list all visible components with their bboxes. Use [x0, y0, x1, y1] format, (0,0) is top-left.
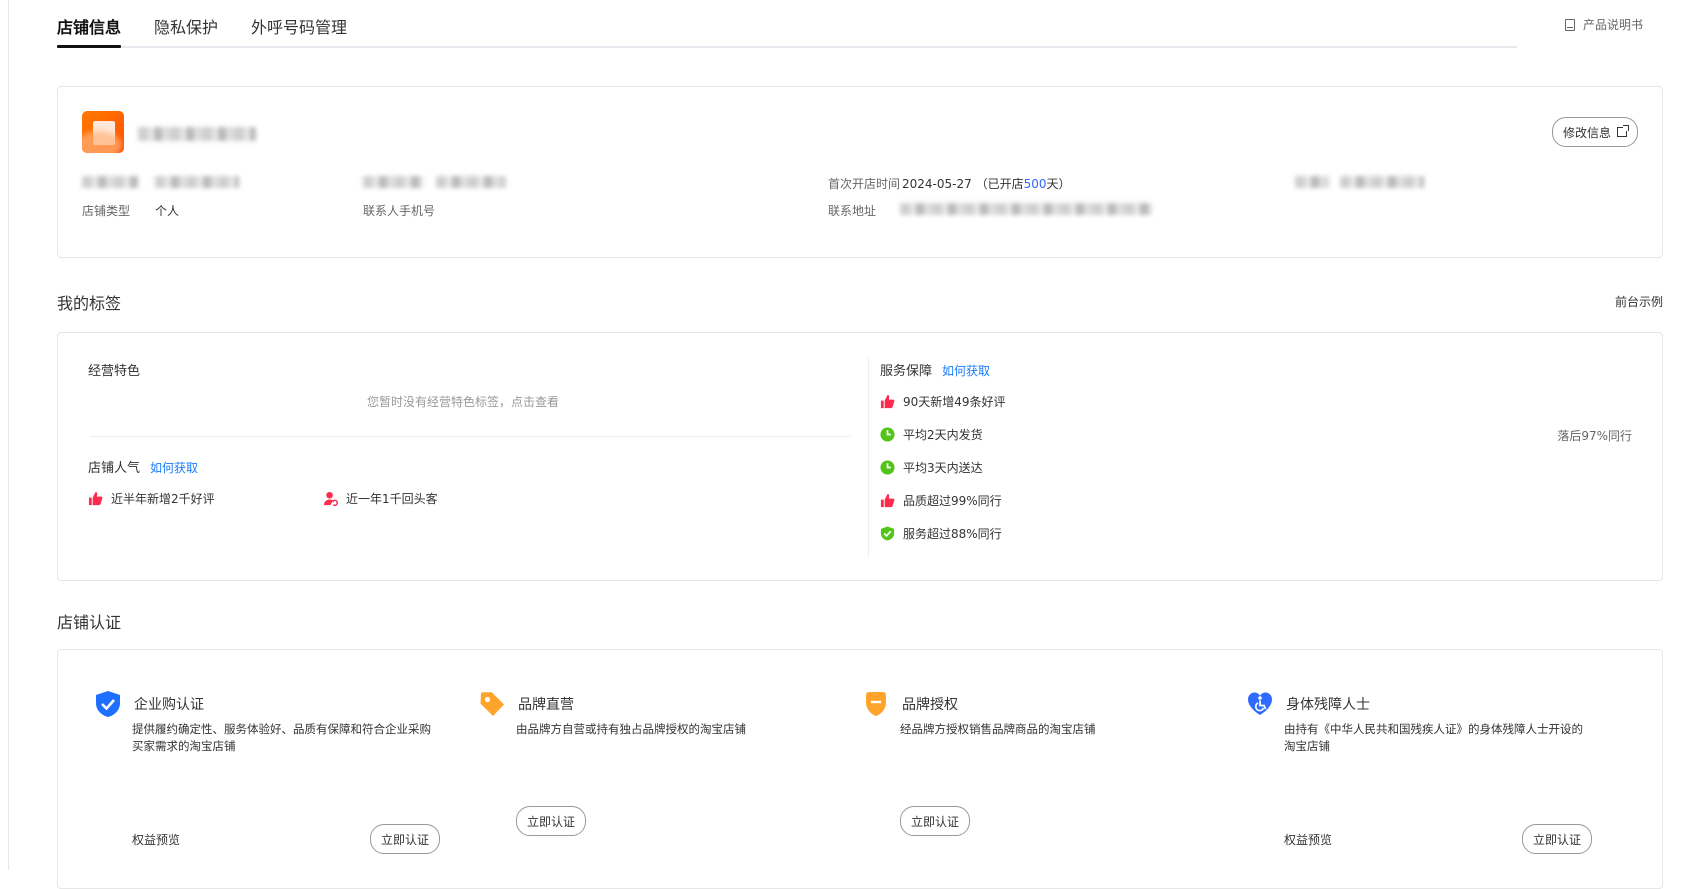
service-item-text: 90天新增49条好评: [903, 395, 1006, 409]
shop-name-blurred: [138, 127, 256, 141]
service-item: 品质超过99%同行: [880, 492, 1002, 509]
certify-button[interactable]: 立即认证: [516, 806, 587, 836]
cert-title: 企业购认证: [134, 697, 204, 713]
certify-button[interactable]: 立即认证: [370, 824, 441, 854]
contact-address-blurred: [900, 203, 1152, 215]
returning-customer-icon: [323, 491, 338, 506]
business-feature-empty-text[interactable]: 您暂时没有经营特色标签，点击查看: [58, 393, 868, 410]
product-manual-link[interactable]: 产品说明书: [1564, 16, 1643, 33]
shop-logo: [82, 111, 124, 153]
popularity-title: 店铺人气 如何获取: [88, 457, 198, 476]
service-item: 平均3天内送达: [880, 459, 983, 476]
open-days-suffix: 天）: [1046, 177, 1071, 191]
popularity-item: 近半年新增2千好评: [88, 490, 215, 507]
edit-info-button[interactable]: 修改信息: [1551, 117, 1638, 147]
service-item-text: 平均2天内发货: [903, 428, 983, 442]
thumbs-up-icon: [880, 394, 895, 409]
front-demo-link[interactable]: 前台示例: [1615, 293, 1663, 310]
tab-bar: 店铺信息 隐私保护 外呼号码管理 产品说明书: [57, 0, 1663, 48]
contact-address-label: 联系地址: [828, 204, 877, 218]
service-item-text: 品质超过99%同行: [903, 494, 1002, 508]
badge-icon: [862, 690, 890, 718]
service-title-text: 服务保障: [880, 364, 933, 379]
cert-card: 企业购认证 提供履约确定性、服务体验好、品质有保障和符合企业采购买家需求的淘宝店…: [57, 649, 1663, 889]
open-time-label: 首次开店时间: [828, 177, 901, 191]
cert-desc: 由品牌方自营或持有独占品牌授权的淘宝店铺: [516, 722, 746, 736]
service-item-text: 平均3天内送达: [903, 461, 983, 475]
tab-outbound-numbers[interactable]: 外呼号码管理: [251, 14, 347, 38]
business-feature-title: 经营特色: [88, 364, 141, 379]
tag-icon: [478, 690, 506, 718]
open-days-count: 500: [1023, 177, 1047, 191]
shield-check-icon: [94, 690, 122, 718]
popularity-title-text: 店铺人气: [88, 461, 141, 476]
service-item: 平均2天内发货: [880, 426, 983, 443]
label-blurred-2: [363, 176, 423, 188]
shop-type-value: 个人: [155, 204, 180, 218]
edit-info-label: 修改信息: [1562, 125, 1611, 140]
active-tab-indicator: [57, 45, 121, 48]
tags-card: 经营特色 您暂时没有经营特色标签，点击查看 店铺人气 如何获取 近半年新增2千好评…: [57, 332, 1663, 581]
contact-phone-label: 联系人手机号: [363, 204, 436, 218]
cert-title: 品牌授权: [902, 697, 958, 713]
open-time-value: 2024-05-27 （已开店500天）: [902, 175, 1071, 192]
clock-icon: [880, 427, 895, 442]
main-content: 店铺信息 隐私保护 外呼号码管理 产品说明书 修改信息 首次开店时间 2024-…: [57, 0, 1663, 889]
shop-type-label: 店铺类型: [82, 204, 131, 218]
certify-button[interactable]: 立即认证: [900, 806, 971, 836]
service-how-link[interactable]: 如何获取: [942, 364, 990, 378]
popularity-how-link[interactable]: 如何获取: [150, 461, 198, 475]
cert-section-title: 店铺认证: [57, 613, 122, 632]
service-item-note: 落后97%同行: [1557, 429, 1632, 443]
label-blurred-3: [1295, 176, 1329, 188]
open-time-date: 2024-05-27: [902, 177, 972, 191]
popularity-item: 近一年1千回头客: [323, 490, 438, 507]
cert-title: 身体残障人士: [1286, 697, 1370, 713]
clock-icon: [880, 460, 895, 475]
value-blurred-2: [436, 176, 506, 188]
tab-shop-info[interactable]: 店铺信息: [57, 14, 121, 38]
service-item: 服务超过88%同行: [880, 525, 1002, 542]
service-item: 90天新增49条好评: [880, 393, 1006, 410]
tags-section-title: 我的标签: [57, 294, 122, 313]
thumbs-up-icon: [880, 493, 895, 508]
perk-preview-link[interactable]: 权益预览: [132, 831, 180, 848]
left-border: [8, 0, 9, 870]
book-icon: [1564, 18, 1575, 31]
thumbs-up-icon: [88, 491, 103, 506]
open-days-prefix: （已开店: [975, 177, 1024, 191]
perk-preview-link[interactable]: 权益预览: [1284, 831, 1332, 848]
popularity-item-text: 近半年新增2千好评: [111, 492, 215, 506]
shop-info-card: 修改信息 首次开店时间 2024-05-27 （已开店500天） 店铺类型 个人…: [57, 86, 1663, 258]
tab-privacy[interactable]: 隐私保护: [154, 14, 218, 38]
value-blurred-1: [155, 176, 239, 188]
popularity-item-text: 近一年1千回头客: [346, 492, 438, 506]
service-item-text: 服务超过88%同行: [903, 527, 1002, 541]
service-title: 服务保障 如何获取: [880, 360, 990, 379]
cert-desc: 经品牌方授权销售品牌商品的淘宝店铺: [900, 722, 1096, 736]
shield-check-icon: [880, 526, 895, 541]
certify-button[interactable]: 立即认证: [1522, 824, 1593, 854]
external-link-icon: [1617, 125, 1629, 137]
cert-desc: 由持有《中华人民共和国残疾人证》的身体残障人士开设的淘宝店铺: [1284, 722, 1583, 753]
cert-desc: 提供履约确定性、服务体验好、品质有保障和符合企业采购买家需求的淘宝店铺: [132, 722, 431, 753]
value-blurred-3: [1340, 176, 1424, 188]
vertical-divider: [868, 358, 869, 558]
product-manual-label: 产品说明书: [1582, 18, 1643, 32]
divider: [90, 436, 850, 437]
cert-title: 品牌直营: [518, 697, 574, 713]
tab-underline-track: [57, 46, 1517, 48]
accessibility-heart-icon: [1246, 690, 1274, 718]
label-blurred-1: [82, 176, 138, 188]
